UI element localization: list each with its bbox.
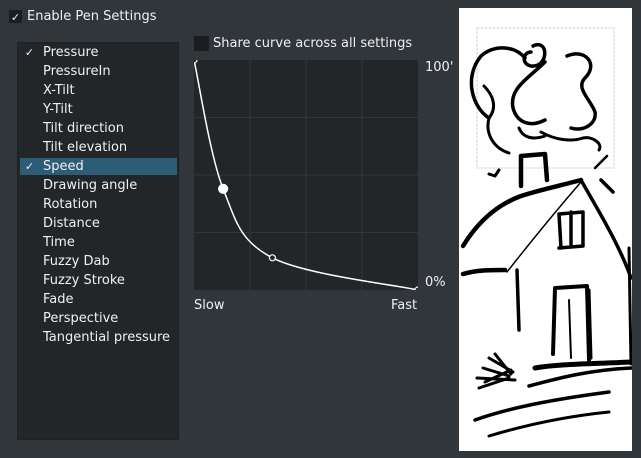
sensor-item-label: Rotation	[43, 197, 98, 212]
curve-editor[interactable]	[194, 60, 418, 290]
enable-pen-settings-label: Enable Pen Settings	[27, 9, 157, 24]
sensor-checkbox[interactable]	[23, 141, 36, 154]
sensor-item-time[interactable]: Time	[20, 234, 177, 251]
sensor-item-speed[interactable]: ✓ Speed	[20, 158, 177, 175]
sensor-item-tilt-direction[interactable]: Tilt direction	[20, 120, 177, 137]
sensor-item-label: PressureIn	[43, 64, 111, 79]
sensor-item-tangential-pressure[interactable]: Tangential pressure	[20, 329, 177, 346]
sensor-checkbox[interactable]	[23, 217, 36, 230]
sensor-item-pressure[interactable]: ✓ Pressure	[20, 44, 177, 61]
sensor-checkbox[interactable]	[23, 274, 36, 287]
sensor-checkbox[interactable]	[23, 65, 36, 78]
sensor-checkbox[interactable]: ✓	[23, 46, 36, 59]
sensor-item-label: Time	[43, 235, 75, 250]
sensor-checkbox[interactable]	[23, 179, 36, 192]
sensor-checkbox[interactable]	[23, 84, 36, 97]
sensor-item-label: Speed	[43, 159, 84, 174]
sensor-item-fuzzy-stroke[interactable]: Fuzzy Stroke	[20, 272, 177, 289]
sensor-item-distance[interactable]: Distance	[20, 215, 177, 232]
sensor-item-label: Tilt elevation	[43, 140, 128, 155]
sensor-checkbox[interactable]	[23, 198, 36, 211]
sensor-checkbox[interactable]	[23, 255, 36, 268]
enable-pen-settings-check-icon[interactable]: ✓	[9, 10, 22, 24]
sensor-list[interactable]: ✓ Pressure PressureIn X-Tilt Y-Tilt Tilt dire…	[17, 42, 179, 440]
sensor-item-label: Distance	[43, 216, 100, 231]
x-max-label: Fast	[391, 298, 418, 313]
sensor-item-pressurein[interactable]: PressureIn	[20, 63, 177, 80]
sensor-checkbox[interactable]	[23, 293, 36, 306]
sensor-checkbox[interactable]	[23, 122, 36, 135]
sensor-item-label: Fade	[43, 292, 74, 307]
curve-editor-canvas[interactable]	[194, 60, 418, 290]
sensor-item-label: X-Tilt	[43, 83, 75, 98]
y-min-label: 0%	[425, 275, 446, 290]
sensor-item-label: Tilt direction	[43, 121, 124, 136]
sensor-item-label: Perspective	[43, 311, 119, 326]
share-curve-label: Share curve across all settings	[213, 36, 413, 51]
sensor-checkbox[interactable]	[23, 331, 36, 344]
sensor-item-x-tilt[interactable]: X-Tilt	[20, 82, 177, 99]
sensor-item-tilt-elevation[interactable]: Tilt elevation	[20, 139, 177, 156]
sensor-checkbox[interactable]	[23, 312, 36, 325]
sensor-item-rotation[interactable]: Rotation	[20, 196, 177, 213]
house-sketch-preview	[460, 27, 634, 438]
sensor-item-label: Tangential pressure	[43, 330, 171, 345]
sensor-item-drawing-angle[interactable]: Drawing angle	[20, 177, 177, 194]
curve-control-point[interactable]	[268, 254, 277, 262]
sensor-item-label: Drawing angle	[43, 178, 138, 193]
curve-control-point[interactable]	[218, 183, 229, 194]
y-max-label: 100'	[425, 60, 454, 75]
sensor-item-label: Y-Tilt	[43, 102, 73, 117]
share-curve-check-box[interactable]	[194, 36, 209, 51]
sensor-item-fade[interactable]: Fade	[20, 291, 177, 308]
sensor-item-label: Fuzzy Dab	[43, 254, 110, 269]
stroke-preview	[459, 8, 634, 451]
sensor-checkbox[interactable]	[23, 103, 36, 116]
sensor-checkbox[interactable]	[23, 236, 36, 249]
x-min-label: Slow	[194, 298, 225, 313]
sensor-checkbox[interactable]: ✓	[23, 160, 36, 173]
sensor-item-label: Pressure	[43, 45, 99, 60]
sensor-item-perspective[interactable]: Perspective	[20, 310, 177, 327]
sensor-item-label: Fuzzy Stroke	[43, 273, 125, 288]
sensor-item-fuzzy-dab[interactable]: Fuzzy Dab	[20, 253, 177, 270]
sensor-item-y-tilt[interactable]: Y-Tilt	[20, 101, 177, 118]
